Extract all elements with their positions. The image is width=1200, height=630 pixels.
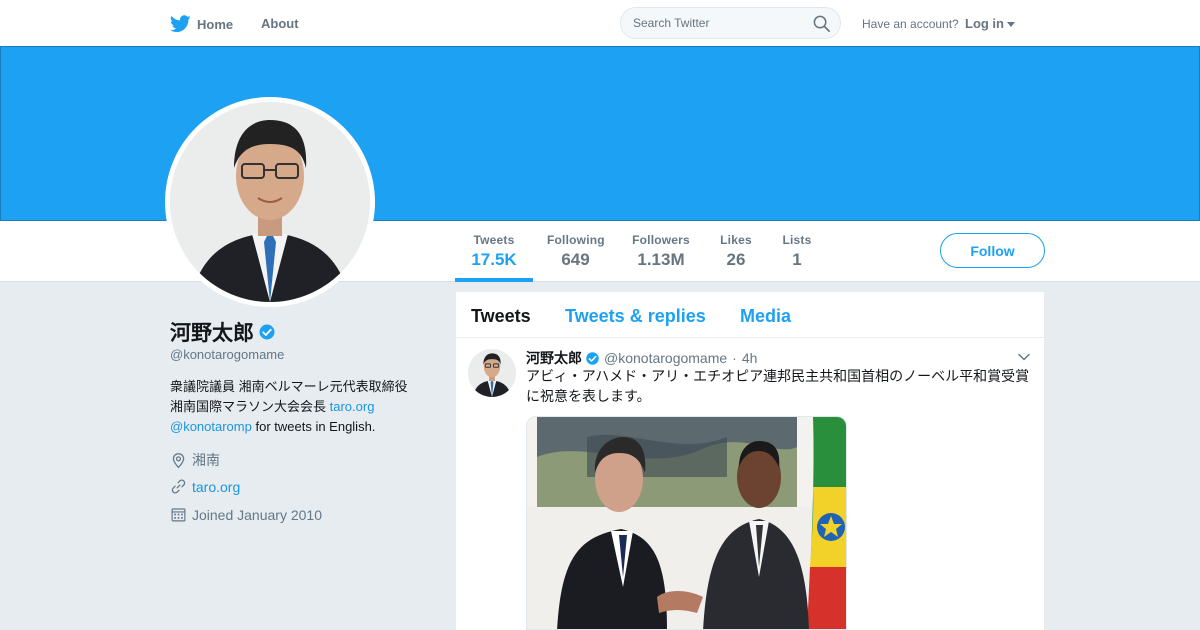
link-icon (171, 479, 186, 494)
profile-avatar[interactable] (165, 97, 375, 307)
tweet-author-handle[interactable]: @konotarogomame (604, 350, 727, 366)
bio-line: 湘南国際マラソン大会会長 taro.org (170, 397, 440, 417)
search-box (620, 7, 841, 39)
login-dropdown[interactable]: Log in (965, 16, 1015, 31)
stat-label: Lists (782, 233, 812, 247)
search-input[interactable] (633, 14, 803, 32)
timeline-card: Tweets Tweets & replies Media 河野太郎 @kono… (456, 292, 1044, 630)
top-navigation-bar: Home About Have an account? Log in (0, 0, 1200, 46)
active-stat-underline (455, 278, 533, 282)
tweet-timestamp[interactable]: 4h (742, 350, 758, 366)
profile-location: 湘南 (170, 450, 220, 470)
stat-value: 26 (726, 250, 746, 269)
chevron-down-icon[interactable] (1017, 350, 1031, 364)
bio-website-link[interactable]: taro.org (330, 399, 375, 414)
location-pin-icon (172, 452, 185, 468)
bio-text: 湘南国際マラソン大会会長 (170, 399, 330, 414)
timeline-tabs: Tweets Tweets & replies Media (456, 292, 1044, 338)
bio-english-account-link[interactable]: @konotaromp (170, 419, 252, 434)
twitter-bird-icon (170, 15, 191, 33)
profile-name-text: 河野太郎 (170, 322, 254, 345)
tweet-separator: · (732, 350, 737, 366)
tweet-author-name[interactable]: 河野太郎 (526, 348, 582, 368)
profile-name: 河野太郎 (170, 317, 276, 347)
login-label: Log in (965, 16, 1004, 31)
profile-website: taro.org (170, 478, 240, 495)
tab-media[interactable]: Media (740, 306, 791, 327)
tab-tweets[interactable]: Tweets (471, 306, 531, 327)
profile-joined: Joined January 2010 (170, 506, 322, 523)
stat-label: Likes (720, 233, 752, 247)
have-account-text: Have an account? (862, 17, 959, 31)
joined-text: Joined January 2010 (192, 506, 322, 523)
stat-value: 1 (792, 250, 802, 269)
tweet-text: アビィ・アハメド・アリ・エチオピア連邦民主共和国首相のノーベル平和賞受賞に祝意を… (526, 368, 1030, 404)
stat-value: 1.13M (637, 250, 685, 269)
profile-bio: 衆議院議員 湘南ベルマーレ元代表取締役 湘南国際マラソン大会会長 taro.or… (170, 377, 440, 437)
verified-badge-icon (586, 351, 599, 365)
stat-followers[interactable]: Followers 1.13M (632, 233, 690, 270)
nav-home-link[interactable]: Home (170, 13, 233, 35)
location-text: 湘南 (192, 452, 220, 468)
tweet-photo[interactable] (526, 416, 847, 630)
bio-line: @konotaromp for tweets in English. (170, 417, 440, 437)
profile-handle: @konotarogomame (170, 347, 285, 362)
follow-button[interactable]: Follow (940, 233, 1045, 268)
tweet-header: 河野太郎 @konotarogomame · 4h (526, 348, 757, 368)
tweet-photo-image (527, 417, 846, 629)
nav-home-label: Home (197, 16, 234, 32)
tab-tweets-and-replies[interactable]: Tweets & replies (565, 306, 706, 327)
tweet-avatar[interactable] (468, 349, 516, 397)
stat-label: Following (547, 233, 605, 247)
bio-text: for tweets in English. (251, 419, 376, 434)
tweet-item[interactable]: 河野太郎 @konotarogomame · 4h アビィ・アハメド・アリ・エチ… (456, 338, 1044, 630)
website-link[interactable]: taro.org (192, 479, 240, 495)
caret-down-icon (1007, 21, 1015, 27)
bio-line: 衆議院議員 湘南ベルマーレ元代表取締役 (170, 379, 408, 394)
avatar-photo (468, 349, 516, 397)
verified-badge-icon (259, 324, 275, 340)
stat-label: Tweets (473, 233, 515, 247)
stat-following[interactable]: Following 649 (547, 233, 605, 270)
stat-label: Followers (632, 233, 690, 247)
calendar-icon (171, 508, 186, 522)
avatar-photo (170, 102, 370, 302)
search-icon[interactable] (812, 14, 831, 33)
stat-likes[interactable]: Likes 26 (718, 233, 754, 270)
stat-value: 17.5K (471, 250, 517, 269)
stat-value: 649 (561, 250, 590, 269)
stat-lists[interactable]: Lists 1 (782, 233, 812, 270)
stat-tweets[interactable]: Tweets 17.5K (469, 233, 519, 270)
nav-about-link[interactable]: About (261, 16, 299, 31)
